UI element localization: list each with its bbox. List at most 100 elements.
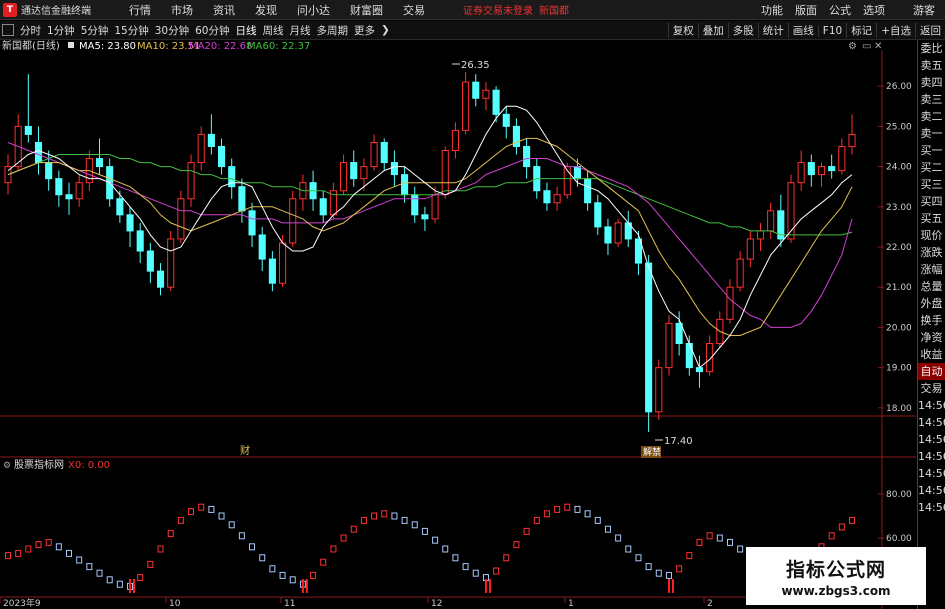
tool-mark[interactable]: 标记: [846, 23, 876, 38]
ma60-line: [7, 154, 853, 236]
menu-layout[interactable]: 版面: [789, 2, 823, 18]
menu-discover[interactable]: 发现: [245, 2, 287, 18]
candle-down: [390, 162, 398, 176]
watermark-url: www.zbgs3.com: [781, 583, 891, 598]
unlock-marker[interactable]: 解禁: [643, 446, 661, 458]
candle-down: [136, 230, 144, 252]
high-price-label: 26.35: [461, 60, 490, 71]
candle-down: [65, 194, 73, 200]
minimize-icon[interactable]: ▭: [862, 41, 871, 52]
gear-icon[interactable]: ⚙: [3, 461, 11, 471]
tool-overlay[interactable]: 叠加: [697, 23, 728, 38]
indicator-box-up: [564, 503, 571, 511]
chevron-right-icon[interactable]: ❯: [378, 24, 393, 36]
checkbox-icon[interactable]: [68, 42, 74, 48]
period-30min[interactable]: 30分钟: [152, 23, 192, 38]
finance-marker[interactable]: 财: [240, 444, 250, 457]
candle-down: [24, 125, 32, 135]
period-daily[interactable]: 日线: [233, 23, 260, 38]
indicator-box-up: [330, 545, 337, 553]
menu-wealth-circle[interactable]: 财富圈: [340, 2, 393, 18]
candle-down: [645, 262, 653, 413]
menu-options[interactable]: 选项: [857, 2, 891, 18]
indicator-box-up: [838, 523, 845, 531]
side-panel-item: 交易: [920, 382, 943, 395]
tool-draw[interactable]: 画线: [787, 23, 818, 38]
y-tick-label: 24.00: [886, 163, 912, 173]
quote-side-panel: 委比 卖五 卖四 卖三 卖二 卖一 买一 买二 买三 买四 买五 现价 涨跌 涨幅 总量 外盘 换手 净资 收益 自动…: [917, 40, 945, 609]
indicator-box-down: [218, 512, 225, 520]
period-more[interactable]: 更多: [351, 23, 378, 38]
candle-down: [675, 322, 683, 345]
close-icon[interactable]: ✕: [874, 41, 882, 52]
candle-up: [289, 198, 297, 244]
indicator-box-up: [340, 534, 347, 542]
settings-icon[interactable]: ⚙: [848, 41, 857, 52]
indicator-box-up: [686, 552, 693, 560]
indicator-box-down: [462, 563, 469, 571]
menu-news[interactable]: 资讯: [203, 2, 245, 18]
login-status[interactable]: 证券交易未登录: [463, 2, 533, 17]
candle-down: [492, 89, 500, 115]
indicator-box-down: [259, 554, 266, 562]
period-60min[interactable]: 60分钟: [192, 23, 232, 38]
tool-stats[interactable]: 统计: [757, 23, 788, 38]
indicator-box-up: [198, 503, 205, 511]
period-1min[interactable]: 1分钟: [44, 23, 78, 38]
indicator-box-down: [401, 516, 408, 524]
indicator-box-up: [706, 532, 713, 540]
candle-up: [451, 129, 459, 152]
side-panel-item: 卖五: [920, 59, 943, 72]
side-panel-item: 卖二: [920, 110, 943, 123]
kline-chart[interactable]: 新国都(日线) MA5: 23.80 MA10: 23.51 MA20: 22.…: [0, 40, 945, 609]
menu-function[interactable]: 功能: [755, 2, 789, 18]
menu-ask-xiaoda[interactable]: 问小达: [287, 2, 340, 18]
panel-toggle-icon[interactable]: [2, 24, 14, 36]
period-5min[interactable]: 5分钟: [78, 23, 112, 38]
candle-up: [340, 162, 348, 192]
guest-login[interactable]: 游客: [891, 2, 945, 18]
y-tick-label: 26.00: [886, 82, 912, 92]
candle-down: [584, 178, 592, 204]
period-multi[interactable]: 多周期: [314, 23, 352, 38]
candle-up: [75, 182, 83, 200]
side-panel-item: 总量: [920, 280, 943, 293]
candle-down: [472, 81, 480, 99]
candle-down: [411, 194, 419, 216]
y-tick-label: 23.00: [886, 203, 912, 213]
menu-formula[interactable]: 公式: [823, 2, 857, 18]
period-weekly[interactable]: 周线: [260, 23, 287, 38]
tool-add-watchlist[interactable]: +自选: [876, 23, 915, 38]
side-panel-item: 14:56: [918, 501, 945, 514]
candle-down: [217, 145, 226, 168]
x-axis: 2023年9 10 11 12 1 2: [0, 597, 713, 609]
sub-y-tick-label: 60.00: [886, 534, 912, 544]
indicator-box-up: [15, 549, 22, 557]
candle-down: [502, 113, 510, 127]
tool-f10[interactable]: F10: [817, 24, 846, 37]
candle-down: [401, 174, 409, 196]
menu-trade[interactable]: 交易: [393, 2, 435, 18]
period-15min[interactable]: 15分钟: [111, 23, 151, 38]
side-panel-item: 涨跌: [920, 246, 943, 259]
tool-adjust[interactable]: 复权: [667, 23, 698, 38]
indicator-box-down: [76, 556, 83, 564]
candle-up: [360, 166, 368, 180]
tool-multi-stock[interactable]: 多股: [727, 23, 758, 38]
menu-market[interactable]: 市场: [161, 2, 203, 18]
y-tick-label: 20.00: [886, 323, 912, 333]
candle-up: [838, 145, 846, 172]
indicator-box-up: [381, 510, 388, 518]
candle-up: [177, 198, 185, 240]
period-monthly[interactable]: 月线: [287, 23, 314, 38]
candle-up: [655, 367, 663, 413]
period-timeshare[interactable]: 分时: [17, 23, 44, 38]
tool-back[interactable]: 返回: [915, 23, 945, 38]
menu-quotes[interactable]: 行情: [119, 2, 161, 18]
indicator-box-up: [157, 545, 164, 553]
sub-y-tick-label: 80.00: [886, 490, 912, 500]
candle-down: [146, 250, 154, 272]
x-tick-label: 2023年9: [3, 597, 41, 609]
side-panel-item[interactable]: 自动: [918, 363, 945, 380]
period-toolbar: 分时 1分钟 5分钟 15分钟 30分钟 60分钟 日线 周线 月线 多周期 更…: [0, 21, 945, 40]
